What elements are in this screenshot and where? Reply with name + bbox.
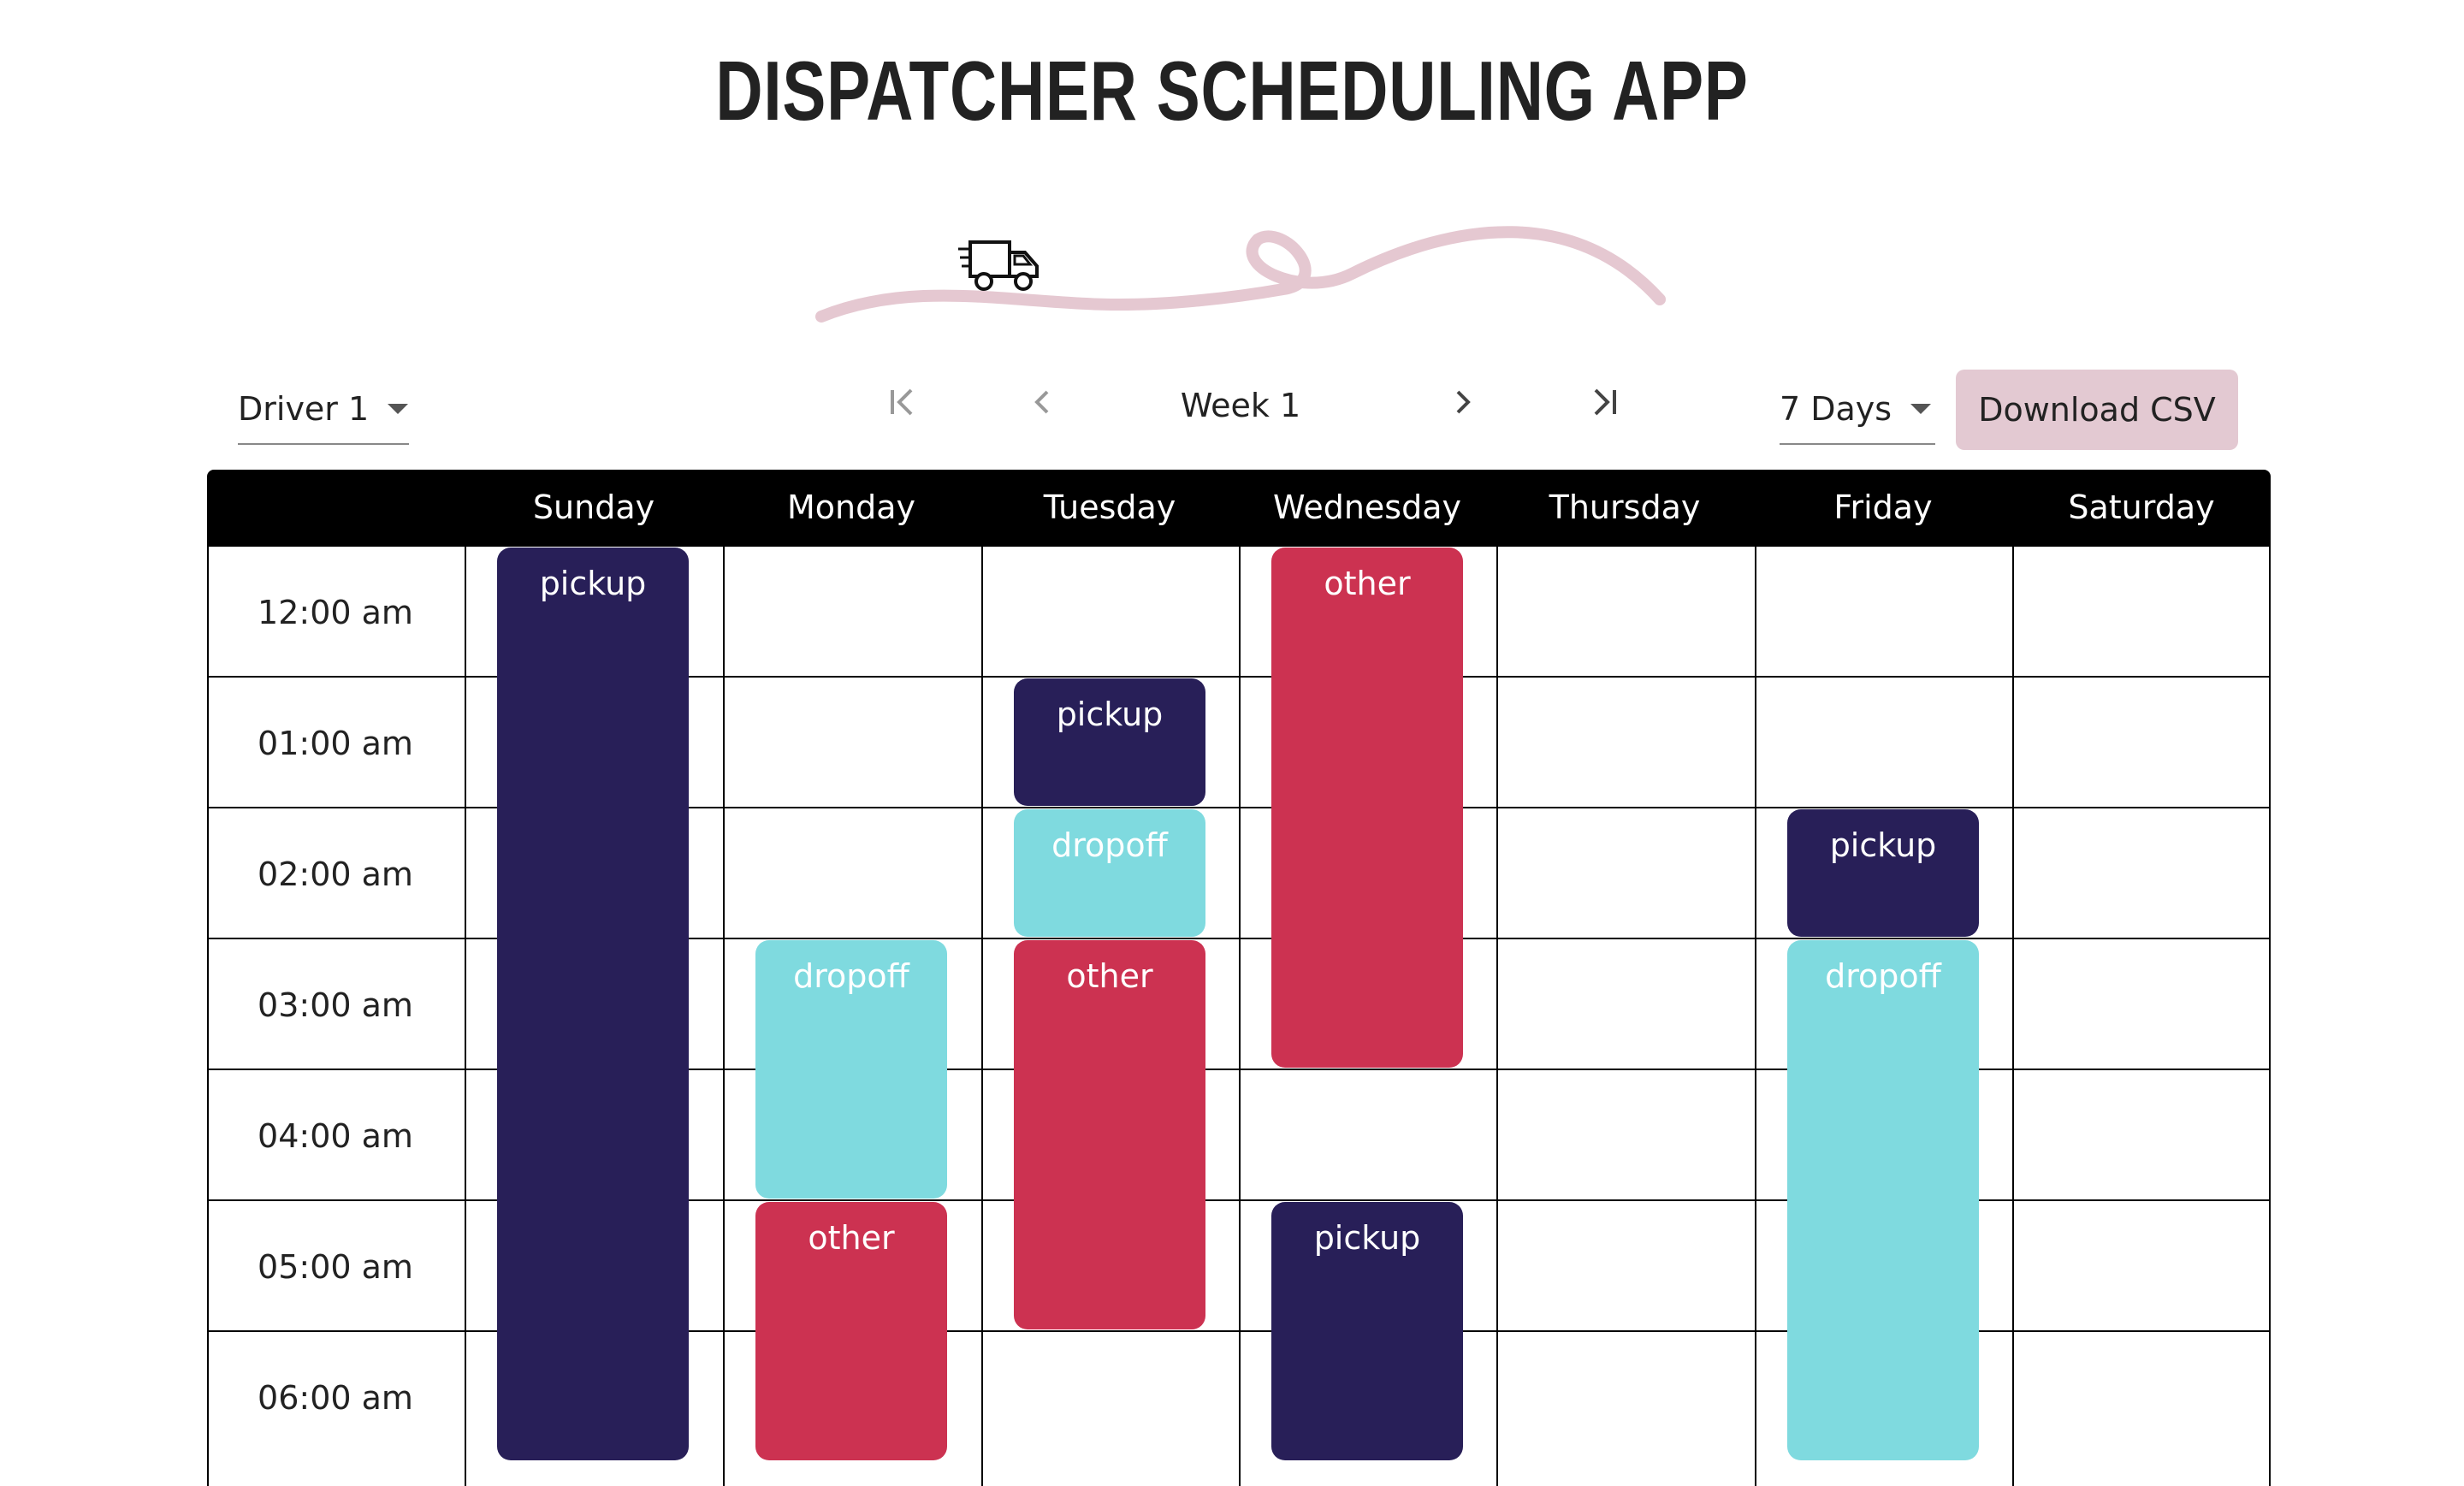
day-header-tuesday: Tuesday bbox=[1043, 488, 1176, 526]
event-dropoff[interactable]: dropoff bbox=[755, 940, 947, 1199]
prev-page-button[interactable] bbox=[1016, 376, 1068, 428]
event-dropoff[interactable]: dropoff bbox=[1787, 940, 1979, 1460]
event-pickup[interactable]: pickup bbox=[1787, 809, 1979, 937]
day-header-monday: Monday bbox=[786, 488, 915, 526]
delivery-truck-icon bbox=[958, 240, 1039, 291]
event-other[interactable]: other bbox=[1014, 940, 1205, 1329]
day-header-saturday: Saturday bbox=[2068, 488, 2215, 526]
driver-select[interactable]: Driver 1 bbox=[238, 375, 409, 445]
time-label: 02:00 am bbox=[258, 855, 413, 893]
time-label: 12:00 am bbox=[258, 593, 413, 631]
event-pickup[interactable]: pickup bbox=[1014, 678, 1205, 806]
page-title: DISPATCHER SCHEDULING APP bbox=[715, 44, 1749, 138]
event-pickup[interactable]: pickup bbox=[1271, 1202, 1463, 1460]
range-select-value: 7 Days bbox=[1780, 390, 1892, 428]
column-divider bbox=[1755, 545, 1756, 1486]
last-page-button[interactable] bbox=[1578, 376, 1630, 428]
column-divider bbox=[2012, 545, 2014, 1486]
event-other[interactable]: other bbox=[1271, 548, 1463, 1068]
chevron-right-icon bbox=[1456, 390, 1471, 414]
column-divider bbox=[723, 545, 725, 1486]
day-header-wednesday: Wednesday bbox=[1272, 488, 1461, 526]
column-divider bbox=[1239, 545, 1241, 1486]
last-page-icon bbox=[1594, 388, 1616, 416]
event-pickup[interactable]: pickup bbox=[497, 548, 689, 1460]
time-label: 04:00 am bbox=[258, 1116, 413, 1155]
next-page-button[interactable] bbox=[1437, 376, 1489, 428]
chevron-down-icon bbox=[1910, 404, 1932, 414]
time-label: 05:00 am bbox=[258, 1247, 413, 1286]
time-label: 06:00 am bbox=[258, 1378, 413, 1417]
event-other[interactable]: other bbox=[755, 1202, 947, 1460]
time-label: 03:00 am bbox=[258, 986, 413, 1024]
calendar-header: Sunday Monday Tuesday Wednesday Thursday… bbox=[207, 470, 2271, 545]
calendar-grid: Sunday Monday Tuesday Wednesday Thursday… bbox=[207, 470, 2271, 1486]
week-label: Week 1 bbox=[1180, 387, 1301, 424]
driver-select-value: Driver 1 bbox=[238, 390, 370, 428]
day-header-friday: Friday bbox=[1833, 488, 1933, 526]
range-select[interactable]: 7 Days bbox=[1780, 375, 1935, 445]
column-divider bbox=[981, 545, 983, 1486]
column-divider bbox=[1496, 545, 1498, 1486]
column-divider bbox=[465, 545, 466, 1486]
chevron-down-icon bbox=[388, 404, 409, 414]
header-decoration bbox=[804, 214, 1677, 346]
chevron-left-icon bbox=[1034, 390, 1049, 414]
event-dropoff[interactable]: dropoff bbox=[1014, 809, 1205, 937]
download-csv-button[interactable]: Download CSV bbox=[1956, 370, 2238, 450]
day-header-thursday: Thursday bbox=[1549, 488, 1701, 526]
first-page-button[interactable] bbox=[877, 376, 928, 428]
time-label: 01:00 am bbox=[258, 724, 413, 762]
column-divider bbox=[2269, 545, 2271, 1486]
first-page-icon bbox=[891, 388, 913, 416]
day-header-sunday: Sunday bbox=[532, 488, 655, 526]
